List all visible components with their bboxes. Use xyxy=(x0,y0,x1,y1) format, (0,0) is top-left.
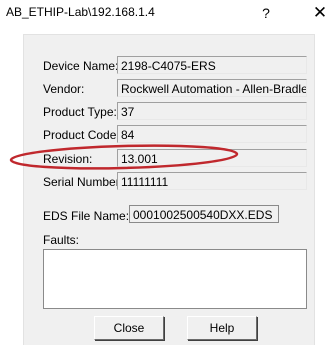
help-icon[interactable]: ? xyxy=(258,4,274,22)
faults-box xyxy=(43,249,307,309)
serial-number-label: Serial Number: xyxy=(43,175,124,189)
vendor-field: Rockwell Automation - Allen-Bradley xyxy=(117,79,307,97)
window-title: AB_ETHIP-Lab\192.168.1.4 xyxy=(6,5,155,19)
product-type-label: Product Type: xyxy=(43,105,117,119)
title-bar: AB_ETHIP-Lab\192.168.1.4 ? ✕ xyxy=(0,0,335,26)
revision-field: 13.001 xyxy=(117,149,307,167)
close-button[interactable]: Close xyxy=(94,316,164,340)
help-button[interactable]: Help xyxy=(187,316,257,340)
eds-file-name-label: EDS File Name: xyxy=(43,209,130,223)
faults-label: Faults: xyxy=(43,233,80,247)
vendor-label: Vendor: xyxy=(43,82,85,96)
close-icon[interactable]: ✕ xyxy=(310,2,330,24)
eds-file-name-field: 0001002500540DXX.EDS xyxy=(129,205,279,223)
product-code-field: 84 xyxy=(117,125,307,143)
device-properties-dialog: AB_ETHIP-Lab\192.168.1.4 ? ✕ Device Name… xyxy=(0,0,335,349)
revision-label: Revision: xyxy=(43,152,93,166)
device-name-field: 2198-C4075-ERS xyxy=(117,56,307,74)
product-code-label: Product Code: xyxy=(43,128,120,142)
device-name-label: Device Name: xyxy=(43,59,119,73)
product-type-field: 37 xyxy=(117,102,307,120)
serial-number-field: 11111111 xyxy=(117,172,307,190)
